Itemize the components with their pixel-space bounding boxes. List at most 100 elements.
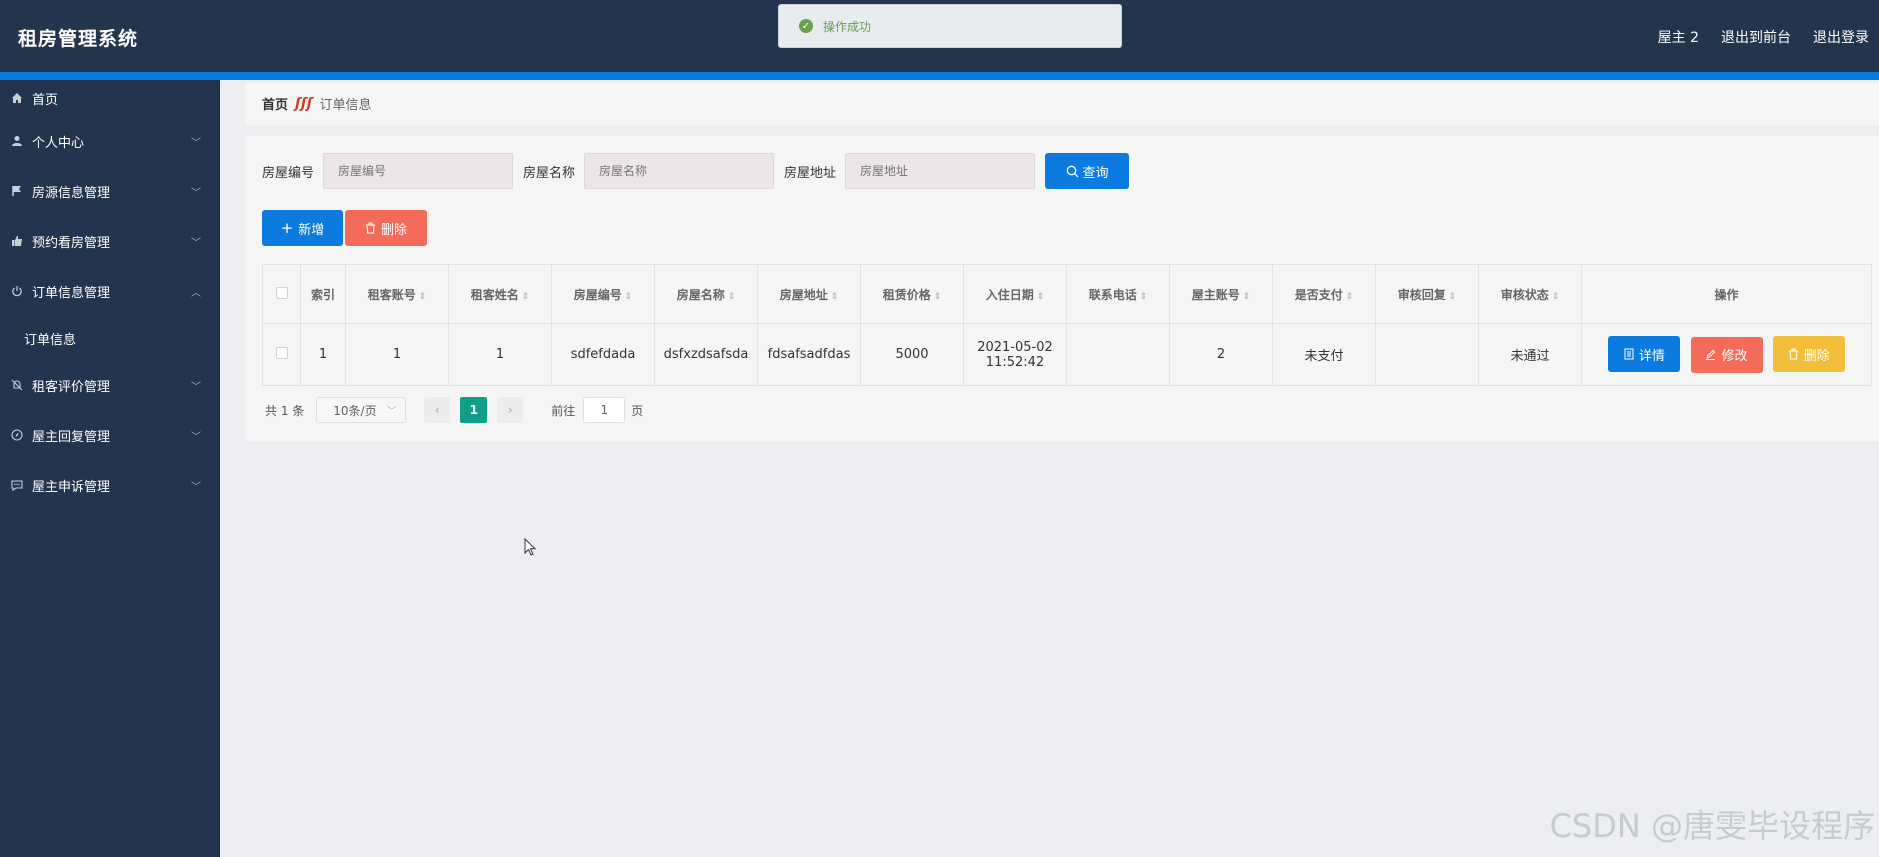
house-no-input[interactable] [323,153,514,189]
sort-icon: ⇕ [1551,291,1560,302]
col-review-status[interactable]: 审核状态 ⇕ [1478,264,1582,324]
sort-icon: ⇕ [933,291,942,302]
sidebar: 首页 个人中心 ﹀ 房源信息管理 ﹀ 预约看房管理 ﹀ 订单信息管理 ︿ 订单信… [0,80,220,857]
house-no-label: 房屋编号 [262,165,315,181]
logout-link[interactable]: 退出登录 [1813,27,1869,47]
col-paid[interactable]: 是否支付 ⇕ [1272,264,1376,324]
chevron-down-icon: ﹀ [191,138,201,149]
order-list-panel: 房屋编号 房屋名称 房屋地址 查询 + 新增 删除 索引 租客账号⇕ 租客姓名⇕… [245,136,1879,441]
total-count: 共 1 条 [265,403,305,418]
sidebar-item-home[interactable]: 首页 [0,80,219,116]
house-name-input[interactable] [584,153,775,189]
col-label: 屋主账号 [1191,287,1240,302]
cell-review-status: 未通过 [1478,323,1582,386]
col-label: 审核回复 [1397,287,1446,302]
sidebar-item-owner-replies[interactable]: 屋主回复管理 ﹀ [0,410,219,460]
sidebar-subitem-order-info[interactable]: 订单信息 [0,316,219,360]
chevron-down-icon: ﹀ [191,238,201,249]
row-delete-button[interactable]: 删除 [1772,336,1845,373]
thumbs-up-icon [10,234,24,248]
col-label: 房屋编号 [573,287,622,302]
page-size-select[interactable]: 10条/页 ﹀ [316,397,407,423]
house-addr-input[interactable] [845,153,1036,189]
back-to-front-link[interactable]: 退出到前台 [1721,27,1791,47]
sort-icon: ⇕ [1345,291,1354,302]
breadcrumb-separator: ʃʃʃ [295,95,313,112]
cell-house-addr: fdsafsadfdas [757,323,861,386]
col-phone[interactable]: 联系电话 ⇕ [1066,264,1170,324]
current-user[interactable]: 屋主 2 [1658,27,1699,47]
col-label: 审核状态 [1500,287,1549,302]
checkin-time: 11:52:42 [985,354,1045,370]
row-checkbox[interactable] [275,346,288,359]
search-form: 房屋编号 房屋名称 房屋地址 查询 [262,153,1130,189]
cell-paid: 未支付 [1272,323,1376,386]
edit-button[interactable]: 修改 [1690,336,1763,373]
user-icon [10,134,24,148]
col-label: 租客姓名 [470,287,519,302]
cell-review-reply [1375,323,1479,386]
sort-icon: ⇕ [1448,291,1457,302]
compass-icon [10,428,24,442]
power-icon [10,284,24,298]
sidebar-item-house-info[interactable]: 房源信息管理 ﹀ [0,166,219,216]
next-page-button[interactable]: › [497,397,524,423]
batch-delete-button[interactable]: 删除 [345,210,427,246]
pagination: 共 1 条 10条/页 ﹀ ‹ 1 › 前往 1 页 [265,397,643,423]
col-checkin-date[interactable]: 入住日期 ⇕ [963,264,1067,324]
col-owner-account[interactable]: 屋主账号 ⇕ [1169,264,1273,324]
col-tenant-account[interactable]: 租客账号 ⇕ [345,264,449,324]
trash-icon [1788,348,1798,360]
chevron-down-icon: ﹀ [191,432,201,443]
query-button[interactable]: 查询 [1045,153,1130,189]
sidebar-item-label: 预约看房管理 [32,235,111,251]
select-all-cell [262,264,301,324]
chevron-down-icon: ﹀ [191,482,201,493]
sidebar-item-tenant-reviews[interactable]: 租客评价管理 ﹀ [0,360,219,410]
col-label: 操作 [1714,287,1739,302]
goto-page-input[interactable]: 1 [583,397,626,423]
select-all-checkbox[interactable] [275,286,288,299]
page-number-current[interactable]: 1 [460,397,488,423]
table-row: 1 1 1 sdfefdada dsfxzdsafsda fdsafsadfda… [262,323,1872,386]
col-label: 房屋地址 [779,287,828,302]
col-label: 租赁价格 [882,287,931,302]
chevron-down-icon: ﹀ [191,188,201,199]
chevron-down-icon: ﹀ [387,406,397,417]
cell-checkin-date: 2021-05-02 11:52:42 [963,323,1067,386]
detail-button-label: 详情 [1638,348,1665,364]
sidebar-item-personal-center[interactable]: 个人中心 ﹀ [0,116,219,166]
sidebar-item-owner-complaints[interactable]: 屋主申诉管理 ﹀ [0,460,219,510]
breadcrumb: 首页 ʃʃʃ 订单信息 [245,82,1879,125]
col-tenant-name[interactable]: 租客姓名 ⇕ [448,264,552,324]
sidebar-item-label: 房源信息管理 [32,185,111,201]
col-label: 入住日期 [985,287,1034,302]
table-header-row: 索引 租客账号 ⇕ 租客姓名 ⇕ 房屋编号 ⇕ 房屋名称 ⇕ 房屋地址 ⇕ 租赁价格 ⇕ 入… [262,264,1872,324]
col-label: 房屋名称 [676,287,725,302]
breadcrumb-home[interactable]: 首页 [262,94,288,113]
orders-table: 索引 租客账号 ⇕ 租客姓名 ⇕ 房屋编号 ⇕ 房屋名称 ⇕ 房屋地址 ⇕ 租赁价格 ⇕ 入… [262,264,1872,386]
sort-icon: ⇕ [1036,291,1045,302]
sidebar-item-order-info[interactable]: 订单信息管理 ︿ [0,266,219,316]
query-button-label: 查询 [1082,165,1109,181]
header-accent-strip [0,72,1879,80]
sort-icon: ⇕ [418,291,427,302]
plus-icon: + [280,219,294,237]
prev-page-button[interactable]: ‹ [424,397,451,423]
col-label: 索引 [310,287,335,302]
search-icon [1066,165,1078,177]
row-delete-button-label: 删除 [1803,348,1830,364]
col-house-no[interactable]: 房屋编号 ⇕ [551,264,655,324]
col-price[interactable]: 租赁价格 ⇕ [860,264,964,324]
sort-icon: ⇕ [727,291,736,302]
edit-button-label: 修改 [1721,349,1748,365]
col-house-addr[interactable]: 房屋地址 ⇕ [757,264,861,324]
sidebar-item-viewing-appointments[interactable]: 预约看房管理 ﹀ [0,216,219,266]
add-button[interactable]: + 新增 [262,210,343,246]
detail-button[interactable]: 详情 [1608,336,1681,373]
col-review-reply[interactable]: 审核回复 ⇕ [1375,264,1479,324]
col-actions: 操作 [1581,264,1872,324]
breadcrumb-current: 订单信息 [319,98,372,113]
home-icon [10,91,24,105]
col-house-name[interactable]: 房屋名称 ⇕ [654,264,758,324]
